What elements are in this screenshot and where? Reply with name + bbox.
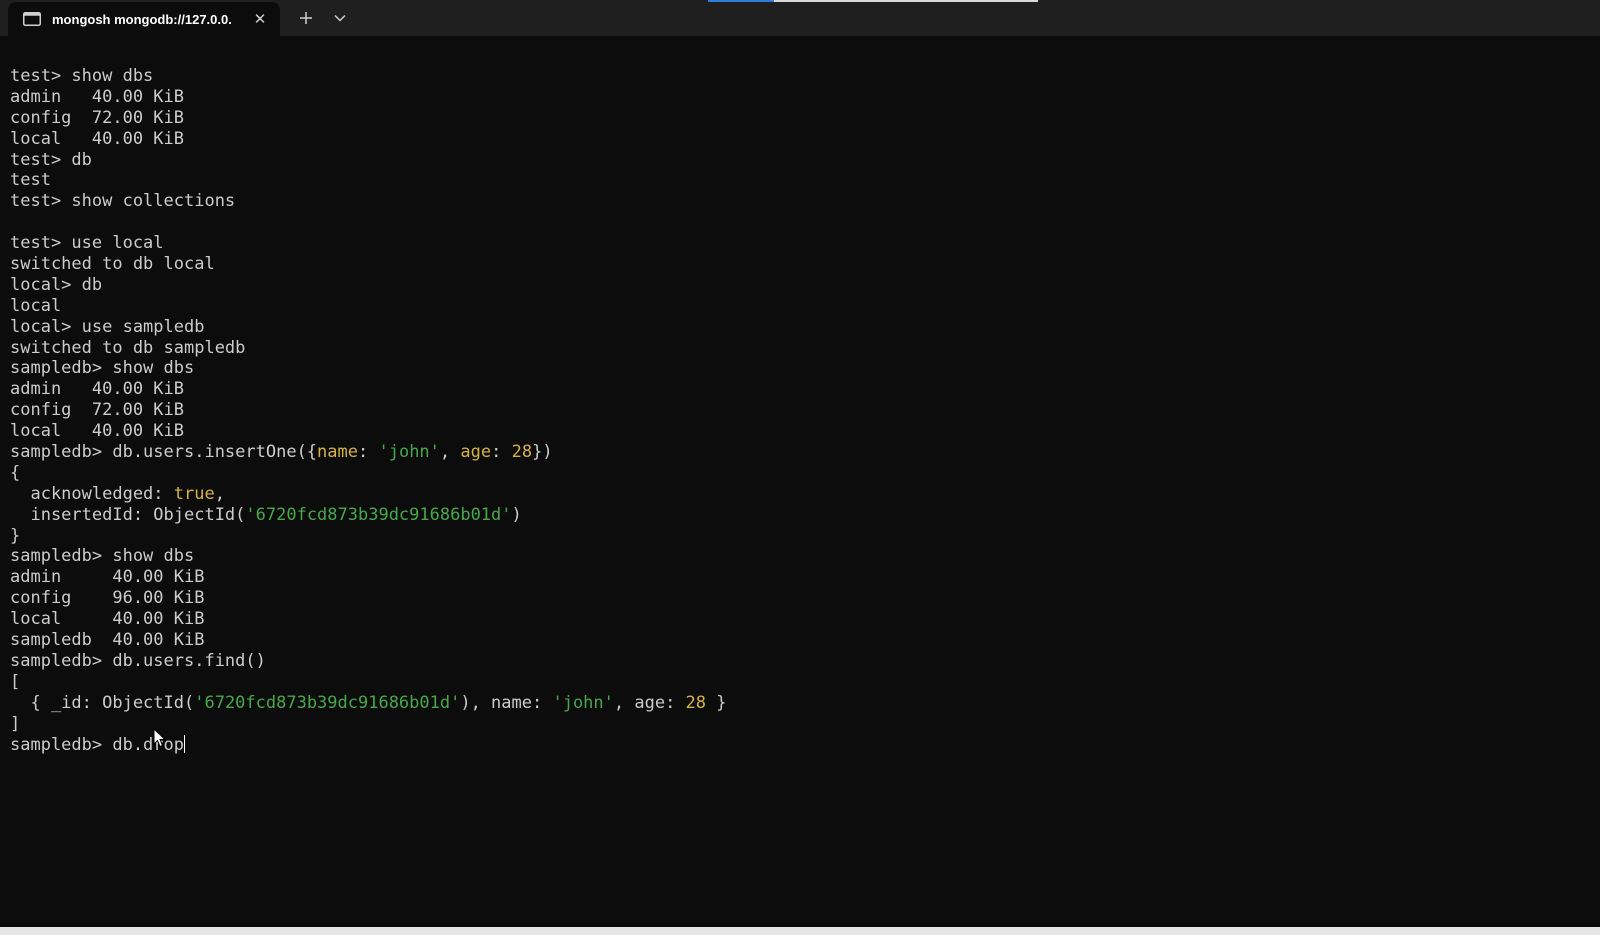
plus-icon <box>300 12 312 24</box>
terminal-text: switched to db local <box>10 254 215 275</box>
terminal-text: test> show dbs <box>10 66 154 86</box>
terminal-text: local 40.00 KiB <box>10 609 205 630</box>
terminal-text: config 72.00 KiB <box>10 400 184 421</box>
terminal-line: test> use local <box>10 233 1590 254</box>
terminal-line: admin 40.00 KiB <box>10 87 1590 108</box>
terminal-line: switched to db sampledb <box>10 338 1590 359</box>
terminal-text: 'john' <box>552 692 614 713</box>
terminal-text: ] <box>10 713 21 734</box>
terminal-text: test> show collections <box>10 191 236 212</box>
terminal-text: : <box>491 442 512 463</box>
terminal-text: local> db <box>10 274 103 295</box>
terminal-text: sampledb> show dbs <box>10 358 195 379</box>
terminal-text: { <box>10 462 21 483</box>
terminal-line: local> db <box>10 275 1590 296</box>
terminal-line: admin 40.00 KiB <box>10 567 1590 588</box>
tab-mongosh[interactable]: mongosh mongodb://127.0.0. ✕ <box>8 2 280 36</box>
terminal-text: admin 40.00 KiB <box>10 567 205 588</box>
terminal-text: insertedId: ObjectId( <box>10 504 246 525</box>
terminal-line: test <box>10 170 1590 191</box>
terminal-line: local 40.00 KiB <box>10 609 1590 630</box>
taskbar-edge <box>0 927 1600 935</box>
mouse-pointer-icon <box>153 728 167 748</box>
terminal-text: local 40.00 KiB <box>10 128 184 149</box>
chevron-down-icon <box>334 14 346 22</box>
terminal-icon <box>22 11 42 27</box>
terminal-text: 28 <box>685 692 707 713</box>
terminal-text: config 72.00 KiB <box>10 107 184 128</box>
terminal-text: sampledb> db.users.insertOne({ <box>10 442 318 463</box>
terminal-text: '6720fcd873b39dc91686b01d' <box>245 504 512 525</box>
terminal-text: switched to db sampledb <box>10 337 246 358</box>
terminal-line: config 72.00 KiB <box>10 400 1590 421</box>
terminal-line: { _id: ObjectId('6720fcd873b39dc91686b01… <box>10 693 1590 714</box>
title-bar: mongosh mongodb://127.0.0. ✕ <box>0 0 1600 36</box>
terminal-line: } <box>10 526 1590 547</box>
close-icon[interactable]: ✕ <box>248 7 272 31</box>
terminal-line: config 72.00 KiB <box>10 108 1590 129</box>
text-cursor <box>184 734 185 753</box>
terminal-line: local <box>10 296 1590 317</box>
terminal-text: admin 40.00 KiB <box>10 379 184 400</box>
terminal-line: sampledb> db.users.find() <box>10 651 1590 672</box>
terminal-text: } <box>706 692 727 713</box>
terminal-text: config 96.00 KiB <box>10 588 205 609</box>
terminal-line: switched to db local <box>10 254 1590 275</box>
terminal-text: ) <box>511 504 522 525</box>
terminal-text: , <box>439 442 461 463</box>
terminal-text: local 40.00 KiB <box>10 421 184 442</box>
terminal-line: ] <box>10 714 1590 735</box>
terminal-text: }) <box>532 442 553 463</box>
terminal-line: sampledb 40.00 KiB <box>10 630 1590 651</box>
terminal-text: , <box>214 483 225 504</box>
terminal-text: 'john' <box>378 442 440 463</box>
terminal-line: insertedId: ObjectId('6720fcd873b39dc916… <box>10 505 1590 526</box>
terminal-text: test> db <box>10 149 92 170</box>
terminal-text: sampledb 40.00 KiB <box>10 630 205 651</box>
terminal-text: test> use local <box>10 233 164 254</box>
tab-dropdown-button[interactable] <box>326 6 354 30</box>
terminal-text: ), name: <box>460 692 553 713</box>
terminal-line: local 40.00 KiB <box>10 421 1590 442</box>
terminal-line: test> show dbs <box>10 66 1590 87</box>
terminal-line: { <box>10 463 1590 484</box>
terminal-line: local> use sampledb <box>10 317 1590 338</box>
terminal-text: '6720fcd873b39dc91686b01d' <box>194 692 461 713</box>
terminal-text: local> use sampledb <box>10 316 205 337</box>
terminal-text: { _id: ObjectId( <box>10 692 195 713</box>
progress-indicator <box>708 0 1038 2</box>
terminal-line: test> db <box>10 150 1590 171</box>
terminal-line: sampledb> show dbs <box>10 546 1590 567</box>
terminal-text: true <box>173 483 215 504</box>
terminal-line: config 96.00 KiB <box>10 588 1590 609</box>
progress-fill <box>708 0 774 2</box>
terminal-text: name <box>317 442 358 463</box>
tab-title: mongosh mongodb://127.0.0. <box>52 11 232 27</box>
terminal-text: admin 40.00 KiB <box>10 86 184 107</box>
terminal-text: acknowledged: <box>10 483 174 504</box>
terminal-output[interactable]: test> show dbs admin 40.00 KiB config 72.0… <box>10 66 1590 906</box>
terminal-text: age <box>460 442 492 463</box>
terminal-window: mongosh mongodb://127.0.0. ✕ test> show … <box>0 0 1600 935</box>
terminal-line: sampledb> show dbs <box>10 358 1590 379</box>
terminal-text: test <box>10 170 51 191</box>
terminal-text: sampledb> db.users.find() <box>10 650 266 671</box>
terminal-line: acknowledged: true, <box>10 484 1590 505</box>
terminal-line: test> show collections <box>10 191 1590 212</box>
terminal-text: [ <box>10 671 21 692</box>
terminal-text: sampledb> show dbs <box>10 546 195 567</box>
terminal-line: sampledb> db.users.insertOne({name: 'joh… <box>10 442 1590 463</box>
terminal-text: local <box>10 295 62 316</box>
new-tab-button[interactable] <box>292 6 320 30</box>
terminal-line: admin 40.00 KiB <box>10 379 1590 400</box>
terminal-text: 28 <box>511 442 533 463</box>
terminal-text: , age: <box>613 692 686 713</box>
terminal-text: : <box>358 442 379 463</box>
terminal-line: local 40.00 KiB <box>10 129 1590 150</box>
terminal-text: } <box>10 525 21 546</box>
terminal-line: sampledb> db.drop <box>10 734 1590 756</box>
terminal-line: [ <box>10 672 1590 693</box>
